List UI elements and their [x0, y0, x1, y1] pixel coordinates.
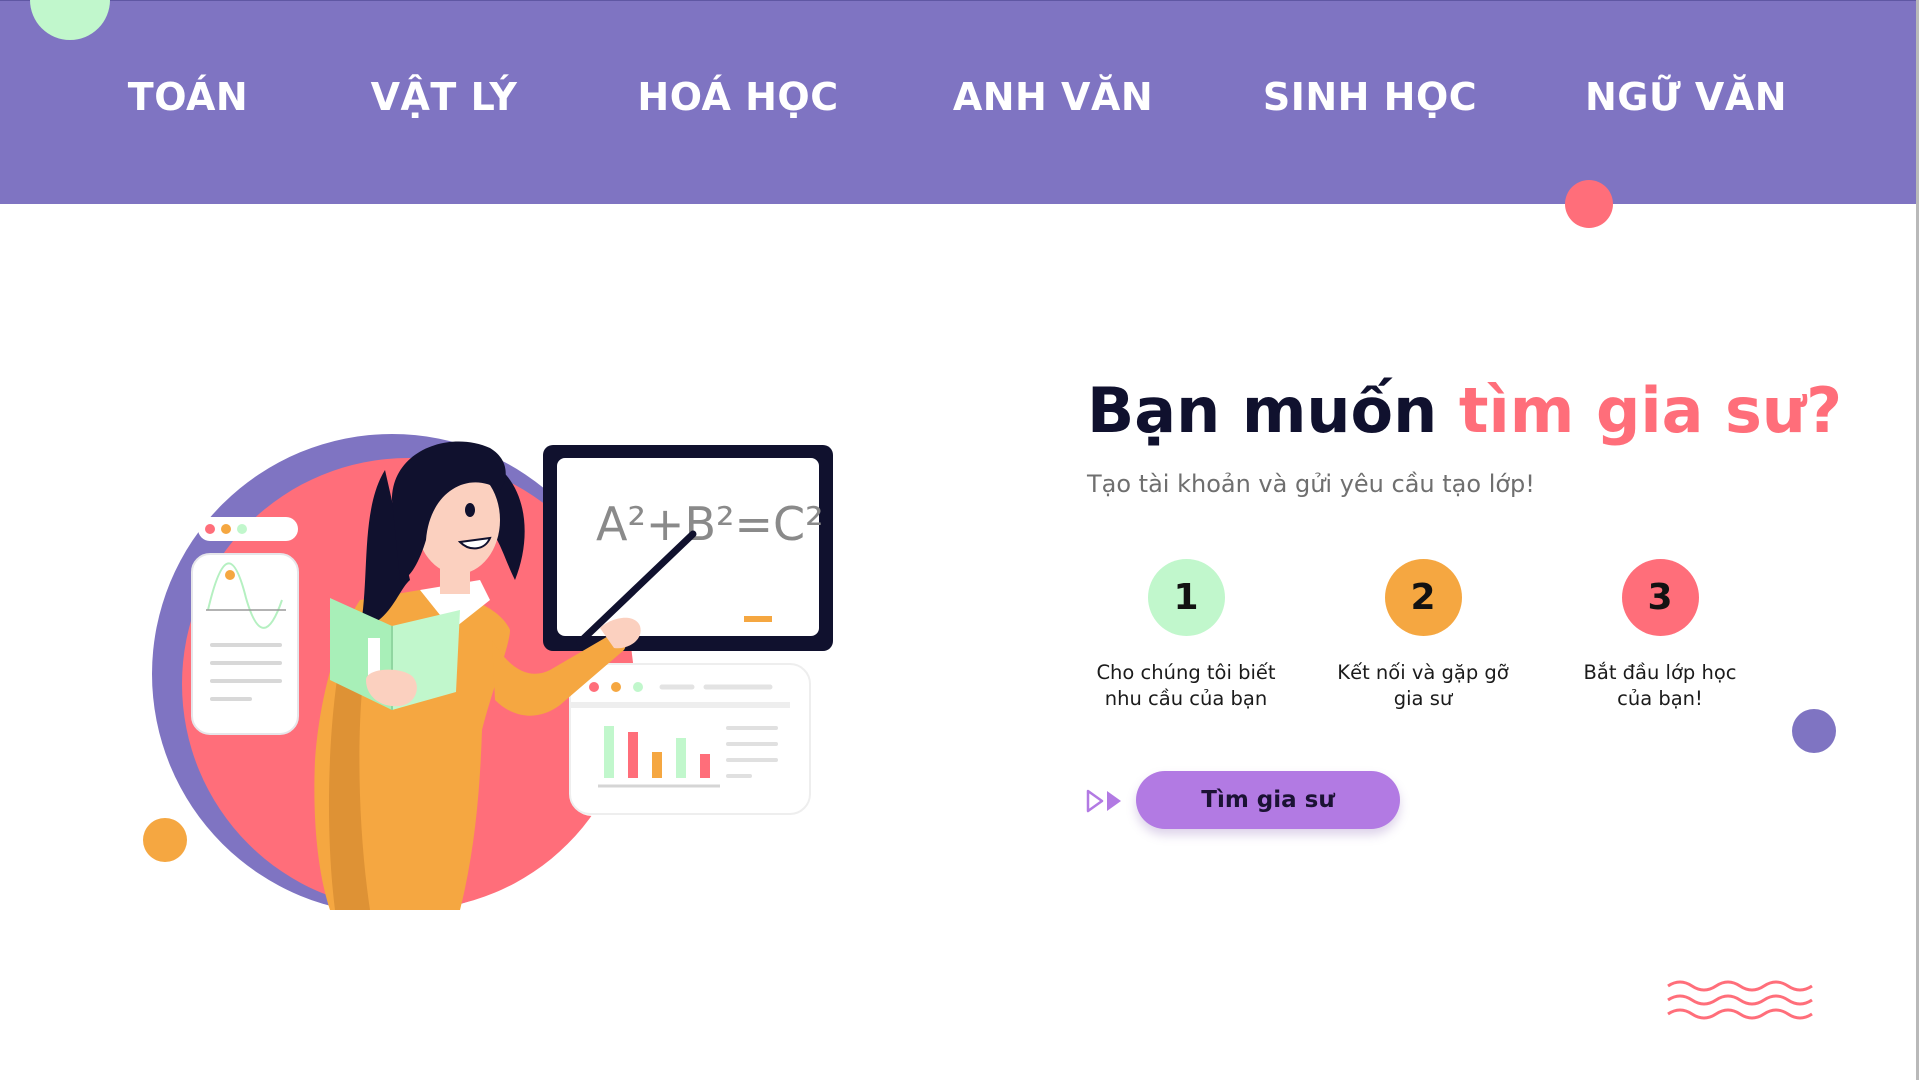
- hero-headline: Bạn muốn tìm gia sư?: [1087, 374, 1842, 447]
- whiteboard: A²+B²=C²: [543, 445, 833, 651]
- step-1-number: 1: [1147, 559, 1225, 636]
- nav-item-vat-ly[interactable]: VẬT LÝ: [371, 75, 518, 119]
- step-1-caption: Cho chúng tôi biết nhu cầu của bạn: [1076, 660, 1296, 712]
- step-3: 3 Bắt đầu lớp học của bạn!: [1550, 559, 1770, 712]
- step-3-caption-line2: của bạn!: [1617, 687, 1703, 710]
- bar-chart-card: [569, 663, 811, 816]
- board-formula: A²+B²=C²: [596, 497, 824, 551]
- step-3-caption: Bắt đầu lớp học của bạn!: [1550, 660, 1770, 712]
- nav-item-ngu-van[interactable]: NGỮ VĂN: [1585, 75, 1787, 119]
- hero-subtitle: Tạo tài khoản và gửi yêu cầu tạo lớp!: [1087, 470, 1535, 498]
- purple-dot-decoration: [1792, 709, 1836, 753]
- subject-navbar: TOÁN VẬT LÝ HOÁ HỌC ANH VĂN SINH HỌC NGỮ…: [0, 0, 1919, 204]
- teacher-illustration: A²+B²=C²: [152, 434, 833, 910]
- step-1-caption-line1: Cho chúng tôi biết: [1096, 661, 1276, 684]
- step-1-caption-line2: nhu cầu của bạn: [1104, 687, 1268, 710]
- nav-item-sinh-hoc[interactable]: SINH HỌC: [1263, 75, 1477, 119]
- nav-item-toan[interactable]: TOÁN: [128, 75, 248, 119]
- headline-main: Bạn muốn: [1087, 374, 1459, 447]
- nav-item-anh-van[interactable]: ANH VĂN: [953, 75, 1153, 119]
- play-arrows-icon: [1086, 789, 1121, 813]
- pink-dot-decoration: [1565, 180, 1613, 228]
- step-2: 2 Kết nối và gặp gỡ gia sư: [1313, 559, 1533, 712]
- wave-decoration: [1667, 980, 1813, 1020]
- step-2-number: 2: [1384, 559, 1462, 636]
- step-2-caption-line2: gia sư: [1393, 687, 1453, 710]
- page: TOÁN VẬT LÝ HOÁ HỌC ANH VĂN SINH HỌC NGỮ…: [0, 0, 1919, 1080]
- step-2-caption: Kết nối và gặp gỡ gia sư: [1313, 660, 1533, 712]
- find-tutor-button[interactable]: Tìm gia sư: [1136, 771, 1400, 829]
- step-3-caption-line1: Bắt đầu lớp học: [1583, 661, 1737, 684]
- step-2-caption-line1: Kết nối và gặp gỡ: [1337, 661, 1509, 684]
- step-1: 1 Cho chúng tôi biết nhu cầu của bạn: [1076, 559, 1296, 712]
- step-3-number: 3: [1621, 559, 1699, 636]
- headline-accent: tìm gia sư?: [1458, 374, 1843, 447]
- nav-item-hoa-hoc[interactable]: HOÁ HỌC: [637, 75, 838, 119]
